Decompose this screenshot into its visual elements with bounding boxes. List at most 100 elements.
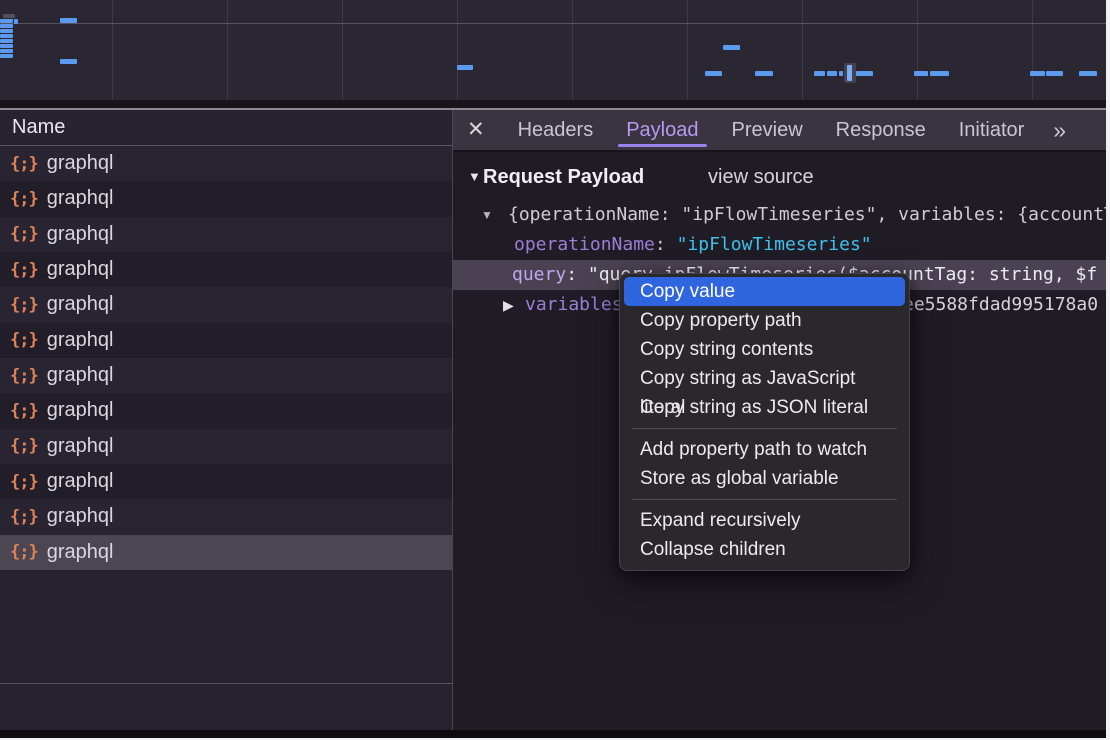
tab-preview[interactable]: Preview xyxy=(722,110,813,150)
request-timing-bar xyxy=(839,71,843,76)
menu-item-copy-string-as-javascript-literal[interactable]: Copy string as JavaScript literal xyxy=(624,364,905,393)
request-row[interactable]: {;} graphql xyxy=(0,252,452,287)
colon: : xyxy=(655,234,666,255)
request-name: graphql xyxy=(47,435,114,458)
json-braces-icon: {;} xyxy=(10,401,38,421)
request-payload-section: ▼ Request Payload view source xyxy=(453,160,1110,194)
request-timing-bar xyxy=(723,45,740,50)
request-timing-bar xyxy=(60,18,77,23)
window-bottom-bar xyxy=(0,730,1110,738)
menu-item-store-as-global-variable[interactable]: Store as global variable xyxy=(624,464,905,493)
request-name: graphql xyxy=(47,187,114,210)
request-name: graphql xyxy=(47,329,114,352)
network-overview-waterfall[interactable] xyxy=(0,0,1110,100)
context-menu: Copy valueCopy property pathCopy string … xyxy=(619,273,910,571)
json-braces-icon: {;} xyxy=(10,507,38,527)
menu-item-copy-property-path[interactable]: Copy property path xyxy=(624,306,905,335)
request-row[interactable]: {;} graphql xyxy=(0,393,452,428)
operation-name-row[interactable]: operationName: "ipFlowTimeseries" xyxy=(453,230,1110,260)
request-timing-bar xyxy=(1046,71,1063,76)
request-name: graphql xyxy=(47,152,114,175)
tab-initiator[interactable]: Initiator xyxy=(949,110,1035,150)
request-timing-bar xyxy=(0,24,13,28)
menu-item-copy-string-as-json-literal[interactable]: Copy string as JSON literal xyxy=(624,393,905,422)
property-value: "ipFlowTimeseries" xyxy=(677,234,872,255)
menu-separator xyxy=(632,499,897,500)
request-timing-bar xyxy=(827,71,837,76)
json-braces-icon: {;} xyxy=(10,330,38,350)
property-key: operationName xyxy=(514,234,655,255)
json-braces-icon: {;} xyxy=(10,154,38,174)
request-timing-bar xyxy=(0,49,13,53)
tabs: Headers Payload Preview Response Initiator xyxy=(508,110,1048,150)
request-row[interactable]: {;} graphql xyxy=(0,146,452,181)
request-row[interactable]: {;} graphql xyxy=(0,181,452,216)
close-icon[interactable]: ✕ xyxy=(467,110,485,150)
object-preview-text: {operationName: "ipFlowTimeseries", vari… xyxy=(508,200,1110,230)
request-row[interactable]: {;} graphql xyxy=(0,535,452,570)
variables-preview-fragment: ee5588fdad995178a0 xyxy=(903,290,1098,320)
request-timing-bar xyxy=(0,39,13,43)
menu-item-add-property-path-to-watch[interactable]: Add property path to watch xyxy=(624,435,905,464)
property-key: variables xyxy=(525,294,623,315)
more-tabs-chevron-icon[interactable]: » xyxy=(1047,110,1072,150)
request-timing-bar xyxy=(755,71,773,76)
request-timing-bar xyxy=(705,71,722,76)
grid-line xyxy=(112,0,113,100)
request-name: graphql xyxy=(47,541,114,564)
request-name: graphql xyxy=(47,293,114,316)
menu-item-copy-value[interactable]: Copy value xyxy=(624,277,905,306)
grid-line xyxy=(572,0,573,100)
request-name: graphql xyxy=(47,223,114,246)
name-column-header[interactable]: Name xyxy=(0,110,452,146)
waterfall-bottom-strip xyxy=(0,100,1110,108)
request-timing-bar xyxy=(1079,71,1097,76)
request-timing-bar xyxy=(930,71,949,76)
menu-item-collapse-children[interactable]: Collapse children xyxy=(624,535,905,564)
request-timing-bar xyxy=(0,44,13,48)
request-name: graphql xyxy=(47,505,114,528)
request-row[interactable]: {;}graphql xyxy=(0,217,452,252)
json-braces-icon: {;} xyxy=(10,542,38,562)
request-timing-bar xyxy=(1030,71,1045,76)
request-timing-bar xyxy=(457,65,473,70)
request-row[interactable]: {;} graphql xyxy=(0,499,452,534)
request-list: {;} graphql {;} graphql {;} graphql {;} graphql… xyxy=(0,146,452,570)
grid-line xyxy=(802,0,803,100)
request-timing-bar xyxy=(14,19,18,24)
request-row[interactable]: {;} graphql xyxy=(0,464,452,499)
request-row[interactable]: {;}graphql xyxy=(0,358,452,393)
detail-tab-bar: ✕ Headers Payload Preview Response Initiator… xyxy=(453,110,1110,152)
request-name: graphql xyxy=(47,470,114,493)
twisty-collapsed-icon[interactable]: ▶ xyxy=(503,290,514,320)
tab-headers[interactable]: Headers xyxy=(508,110,604,150)
json-braces-icon: {;} xyxy=(10,472,38,492)
tab-payload[interactable]: Payload xyxy=(616,110,708,150)
request-timing-bar xyxy=(60,59,77,64)
json-braces-icon: {;} xyxy=(10,260,38,280)
grid-line xyxy=(1032,0,1033,100)
request-row[interactable]: {;}graphql xyxy=(0,287,452,322)
request-name: graphql xyxy=(47,399,114,422)
request-timing-bar xyxy=(914,71,928,76)
request-timing-bar xyxy=(0,29,13,33)
payload-root-row[interactable]: ▼ {operationName: "ipFlowTimeseries", va… xyxy=(453,200,1110,230)
twisty-open-icon[interactable]: ▼ xyxy=(481,200,493,230)
property-key: query xyxy=(512,264,566,285)
view-source-link[interactable]: view source xyxy=(708,160,814,194)
json-braces-icon: {;} xyxy=(10,436,38,456)
request-row[interactable]: {;} graphql xyxy=(0,323,452,358)
menu-item-expand-recursively[interactable]: Expand recursively xyxy=(624,506,905,535)
grid-line xyxy=(342,0,343,100)
screenshot-right-edge xyxy=(1106,0,1110,740)
menu-item-copy-string-contents[interactable]: Copy string contents xyxy=(624,335,905,364)
request-row[interactable]: {;} graphql xyxy=(0,429,452,464)
tab-response[interactable]: Response xyxy=(826,110,936,150)
request-timing-bar xyxy=(0,19,13,23)
request-timing-bar xyxy=(856,71,873,76)
request-name: graphql xyxy=(47,364,114,387)
menu-separator xyxy=(632,428,897,429)
request-name: graphql xyxy=(47,258,114,281)
section-twisty-icon[interactable]: ▼ xyxy=(468,160,481,194)
json-braces-icon: {;} xyxy=(10,189,38,209)
